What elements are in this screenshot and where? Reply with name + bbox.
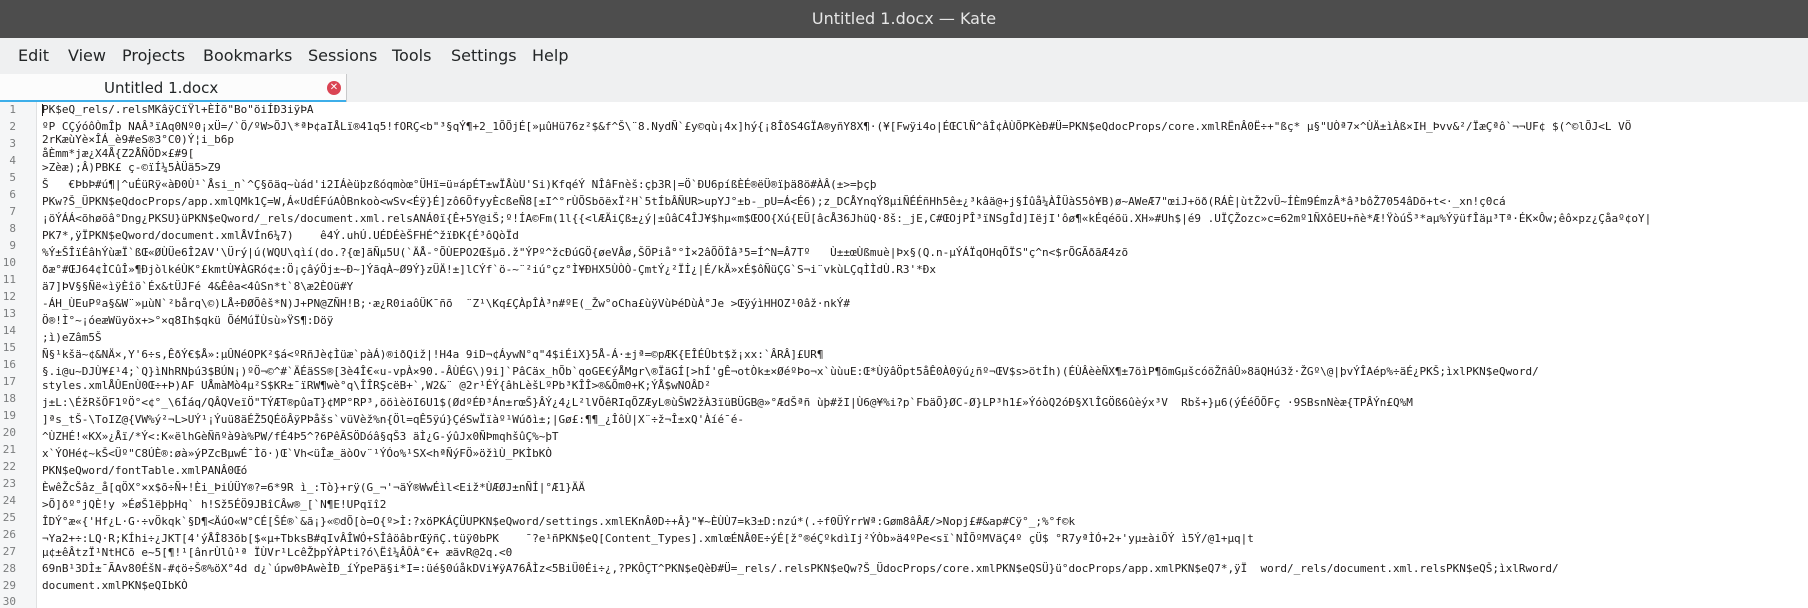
line-number: 25 — [0, 512, 16, 524]
code-line: document.xmlPKN$eQIbKÒ — [42, 580, 188, 592]
line-number: 12 — [0, 291, 16, 303]
code-line: x`ÝOHé¢~kŠ<Üº"C8ÚÈ®:øà»ýPZcBµwÉ¯Ìõ·)Œ`Vh… — [42, 448, 552, 460]
code-line: >Zèæ);Â)PBK£ ç-©ïÍ¼5ÀÜä5>Z9 — [42, 162, 221, 174]
code-line: PK$eQ_rels/.relsMK â ÿCïŸl+Èİõ"Bo"öiÍĐ… — [42, 104, 314, 116]
editor-view[interactable]: 1 2 3 4 5 6 7 8 9 10 11 12 13 14 15 16 1… — [0, 102, 1808, 608]
line-number: 19 — [0, 410, 16, 422]
code-line: ^ÙZHÉ!«KX»¿Åï/*Ý<:K«ëlhGèÑñºà9à%PW/fÉ4Þ5… — [42, 431, 559, 443]
line-number: 15 — [0, 342, 16, 354]
code-line: Š €ÞbÞ#ú¶|^uÉüRÿ«àÐ0Ù¹`Åsi_n`^Ç§õäq~ùád'… — [42, 179, 876, 191]
line-number: 22 — [0, 461, 16, 473]
code-line: ÈwêŽcŠâz_å[qÖX°×x$õ÷Ñ+!Èi_ÞiÚÜY®?=6*9R ì… — [42, 482, 585, 494]
code-line: j±L:\ÉžRšÖF1ºÖ°<¢°_\6Íáq/QÂQVeïÖ"TÝÆT®pû… — [42, 397, 1413, 409]
code-line: >Õ]ðº°jQÈ!y »ÉøŠ1ëþþHq` h!Sž5ÉÖ9JBîCÂw®_… — [42, 499, 386, 511]
line-number: 28 — [0, 563, 16, 575]
code-line: %Ý±ŠÎïÉâhÝùæÏ`ßŒ«ØÙÜe6Î2AV'\Ürý|ú(WQU\qì… — [42, 247, 1128, 259]
code-line: 69nB¹3DÌ±¯ÃAv80ÉšN-#¢ö÷Š®%öX°4d d¿`úpw0Þ… — [42, 563, 1559, 575]
line-number: 29 — [0, 580, 16, 592]
code-line: ]ªs_tŠ-\ToIZ@{VW%ý²¬L>UÝ¹¡Ýuü8äÉŽ5QÉöÂÿP… — [42, 414, 744, 426]
code-line: µ¢±êÂtzÏ¹NtHCõ e~5[¶!¹[ânrÙlû¹ª ÏÙVr¹Lcê… — [42, 547, 512, 559]
code-line: ;ì)eZâm5Š — [42, 332, 102, 344]
code-line: styles.xmlÅÛEnÙ0Œ÷+Þ)AF UÅmàMò4µ²S$KR±¯ï… — [42, 380, 711, 392]
tab-untitled-1[interactable]: Untitled 1.docx ✕ — [0, 74, 347, 102]
line-number: 27 — [0, 546, 16, 558]
line-number: 14 — [0, 325, 16, 337]
code-line: Ö®!Ì°~¡óeæWüyöx+>°×q8Ih$qkü ÕéMúÏÙsù»ŸS¶… — [42, 315, 333, 327]
window-titlebar: Untitled 1.docx — Kate — [0, 0, 1808, 38]
line-number: 13 — [0, 308, 16, 320]
code-line: PKN$eQword/fontTable.xmlPANÂ0Œó — [42, 465, 247, 477]
window-title: Untitled 1.docx — Kate — [0, 9, 1808, 28]
line-number: 7 — [0, 206, 16, 218]
line-number: 9 — [0, 240, 16, 252]
code-line: §.i@u~DJÙ¥£¹4;`Q}ìNhRNþú3$BÚN¡)ºÖ¬©^#`ÄÉ… — [42, 366, 1539, 378]
menu-view[interactable]: View — [68, 46, 106, 65]
line-number: 1 — [0, 104, 16, 116]
line-number: 2 — [0, 121, 16, 133]
menu-projects[interactable]: Projects — [122, 46, 185, 65]
code-line: ä7]ÞV§§Ñë«ìÿÈîõ`Éx&tÜJFé 4&Êêa<4ûSn*t`8\… — [42, 281, 353, 293]
document-tab-bar: Untitled 1.docx ✕ — [0, 74, 1808, 103]
menu-sessions[interactable]: Sessions — [308, 46, 377, 65]
code-line: ðæ°#ŒJ64¢ÌCûÎ»¶ÐjòlkéÙK°£kmtÙ¥ÀGRó¢±:Ö¡ç… — [42, 264, 936, 276]
line-number: 24 — [0, 495, 16, 507]
code-line: ºP CÇýóôÒmÎþ NAÂ³ïAq0Nº0¡xÜ=/`Ö/ºW>ÕJ\*ª… — [42, 121, 1631, 133]
code-line: PKw?Š_ÜPKN$eQdocProps/app.xmlQMk1Ç=W,Á«U… — [42, 196, 1506, 208]
line-number: 17 — [0, 376, 16, 388]
line-number: 10 — [0, 257, 16, 269]
line-number: 21 — [0, 444, 16, 456]
code-line: Ñ§¹kšä~¢&NÄ×,Y'6÷s,ÊðÝ€$Å»:µÛNéOPK²$á<ºR… — [42, 349, 823, 361]
code-line: ¡öÝÁÁ<õhøöâ°Dng¿PKSU}üPKN$eQword/_rels/d… — [42, 213, 1651, 225]
line-number-gutter: 1 2 3 4 5 6 7 8 9 10 11 12 13 14 15 16 1… — [0, 102, 37, 608]
line-number: 18 — [0, 393, 16, 405]
menu-edit[interactable]: Edit — [18, 46, 49, 65]
menu-bookmarks[interactable]: Bookmarks — [203, 46, 292, 65]
line-number: 16 — [0, 359, 16, 371]
line-number: 11 — [0, 274, 16, 286]
line-number: 8 — [0, 223, 16, 235]
menu-settings[interactable]: Settings — [451, 46, 517, 65]
text-cursor — [42, 104, 43, 116]
line-number: 20 — [0, 427, 16, 439]
code-line: ¬Ya2+÷:LQ·R;KÍhi÷¿JKT[4'ýÅÎ83õb[$«µ+Tbks… — [42, 533, 1254, 545]
line-number: 3 — [0, 138, 16, 150]
line-number: 23 — [0, 478, 16, 490]
menu-help[interactable]: Help — [532, 46, 568, 65]
code-line: åÈmm*jæ¿X4Å{Z2ÅÑÖD×£#9[ — [42, 148, 194, 160]
line-number: 4 — [0, 155, 16, 167]
line-number: 5 — [0, 172, 16, 184]
line-number: 30 — [0, 596, 16, 608]
tab-label: Untitled 1.docx — [104, 79, 218, 97]
line-number: 26 — [0, 529, 16, 541]
menu-tools[interactable]: Tools — [392, 46, 431, 65]
text-area[interactable]: PK$eQ_rels/.relsMK â ÿCïŸl+Èİõ"Bo"öiÍĐ… — [42, 102, 1802, 608]
line-number: 6 — [0, 189, 16, 201]
menu-bar: Edit View Projects Bookmarks Sessions To… — [0, 38, 1808, 75]
close-icon[interactable]: ✕ — [327, 81, 341, 95]
code-line: -ÁH_ÙEuPºa§&W¨»µùN`²bårq\©)LÅ÷ÐØÕêš*N)J+… — [42, 298, 850, 310]
code-line: PK7*,ÿÏPKN$eQword/document.xmlÅVÍn6¼7) ê… — [42, 230, 519, 242]
code-line: ÎDÝ°æ«{'Hf¿L·G·÷vÖkqk`§D¶<ÄúO«W°CÉ[ŠÉ®`&… — [42, 516, 1075, 528]
code-line: 2rKæùYè×ÎÁ_è9#eS®3°C0)Ý¦i_b6p — [42, 134, 234, 146]
